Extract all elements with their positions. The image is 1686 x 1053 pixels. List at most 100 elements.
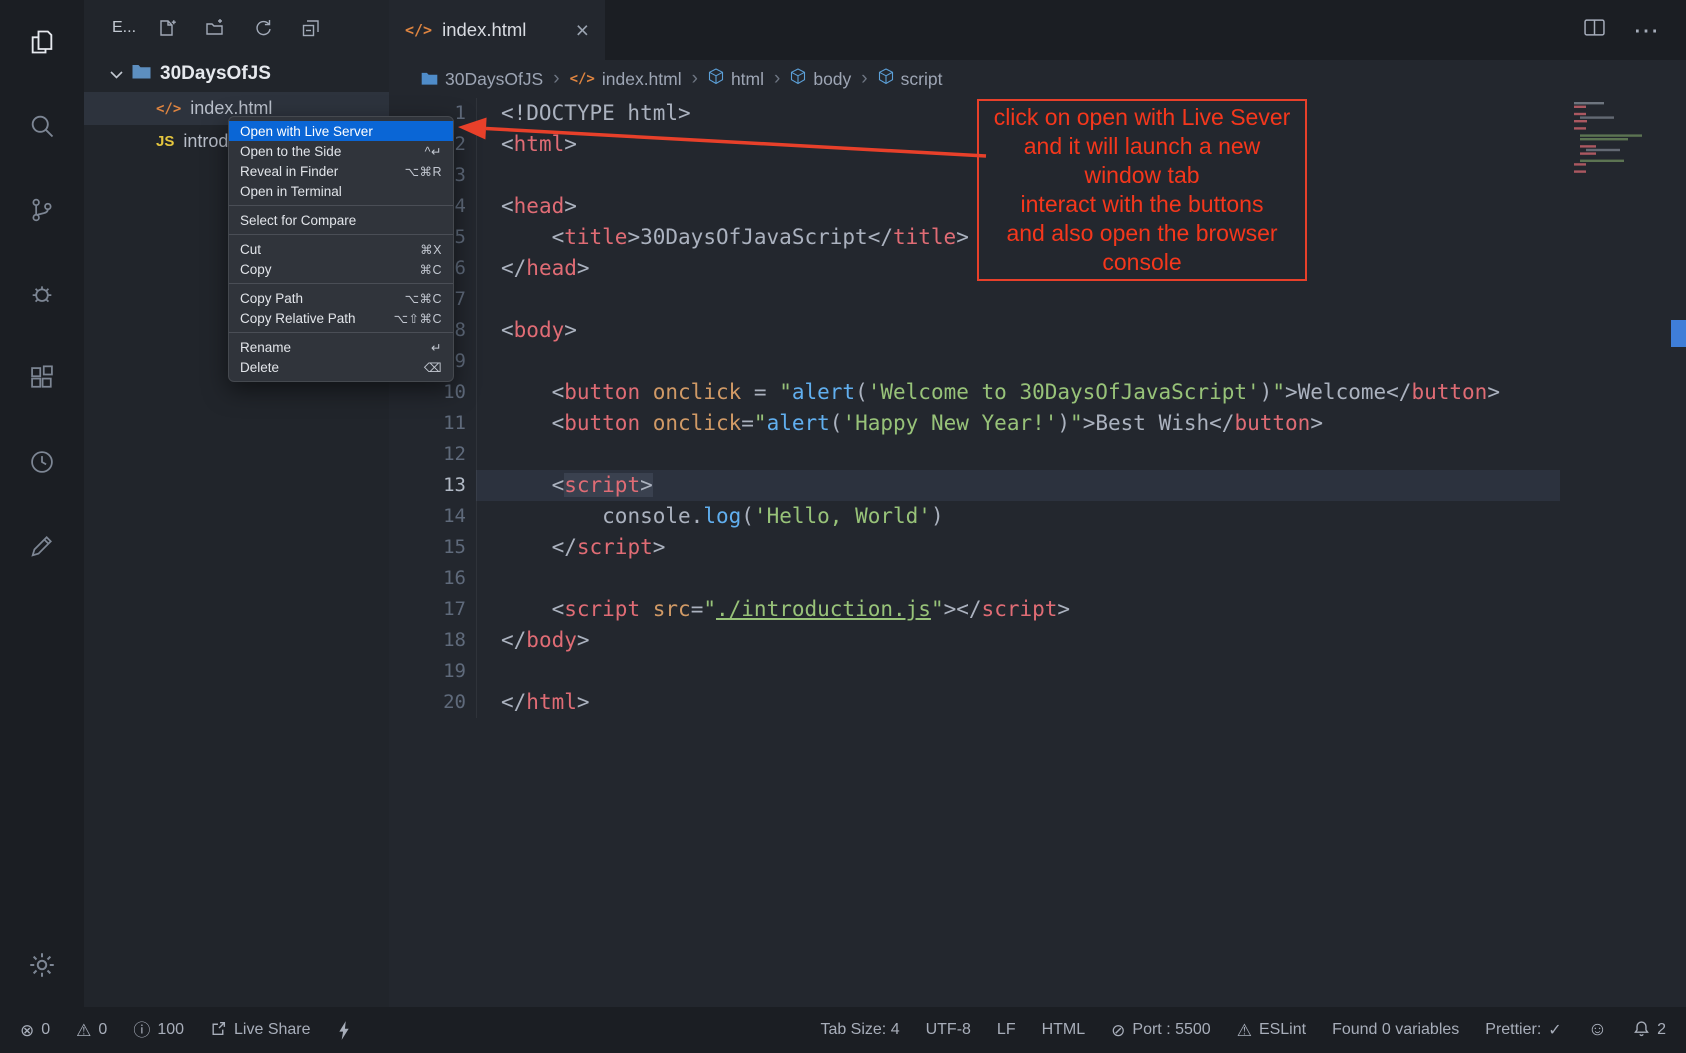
code-line-5[interactable]: 5 <title>30DaysOfJavaScript</title> (389, 222, 1560, 253)
minimap[interactable] (1572, 102, 1664, 192)
line-number[interactable]: 18 (389, 625, 466, 656)
variables-status[interactable]: Found 0 variables (1332, 1021, 1459, 1039)
menu-item-delete[interactable]: Delete⌫ (229, 357, 453, 377)
menu-item-reveal-in-finder[interactable]: Reveal in Finder⌥⌘R (229, 161, 453, 181)
line-number[interactable]: 16 (389, 563, 466, 594)
pen-icon[interactable] (0, 504, 84, 588)
feedback-smiley-icon[interactable]: ☺ (1588, 1019, 1607, 1041)
line-content[interactable]: </html> (476, 687, 1560, 718)
code-line-9[interactable]: 9 (389, 346, 1560, 377)
line-content[interactable]: <button onclick="alert('Happy New Year!'… (476, 408, 1560, 439)
run-debug-icon[interactable] (0, 252, 84, 336)
code-line-6[interactable]: 6</head> (389, 253, 1560, 284)
code-line-20[interactable]: 20 </html> (389, 687, 1560, 718)
menu-item-label: Open to the Side (240, 144, 341, 159)
code-line-3[interactable]: 3 (389, 160, 1560, 191)
breadcrumb-item-body[interactable]: body (790, 68, 851, 90)
line-content[interactable]: console.log('Hello, World') (476, 501, 1560, 532)
menu-item-open-with-live-server[interactable]: Open with Live Server (229, 121, 453, 141)
new-folder-icon[interactable] (204, 17, 226, 39)
problems-warnings[interactable]: ⚠ 0 (76, 1021, 107, 1039)
settings-gear-icon[interactable] (0, 923, 84, 1007)
line-content[interactable]: </script> (476, 532, 1560, 563)
code-line-8[interactable]: 8<body> (389, 315, 1560, 346)
menu-item-select-for-compare[interactable]: Select for Compare (229, 210, 453, 230)
tab-size-indicator[interactable]: Tab Size: 4 (820, 1021, 899, 1039)
code-line-10[interactable]: 10 <button onclick = "alert('Welcome to … (389, 377, 1560, 408)
line-content[interactable] (476, 439, 1560, 470)
menu-item-copy[interactable]: Copy⌘C (229, 259, 453, 279)
line-number[interactable]: 14 (389, 501, 466, 532)
line-content[interactable] (476, 563, 1560, 594)
line-number[interactable]: 12 (389, 439, 466, 470)
collapse-folders-icon[interactable] (300, 17, 322, 39)
lightning-bolt-icon[interactable] (337, 1021, 351, 1040)
prettier-status[interactable]: Prettier: ✓ (1485, 1020, 1561, 1040)
eol-indicator[interactable]: LF (997, 1021, 1016, 1039)
code-line-16[interactable]: 16 (389, 563, 1560, 594)
encoding-label: UTF-8 (926, 1021, 971, 1039)
notifications-bell[interactable]: 2 (1633, 1020, 1666, 1041)
code-line-4[interactable]: 4<head> (389, 191, 1560, 222)
search-icon[interactable] (0, 84, 84, 168)
line-content[interactable] (476, 656, 1560, 687)
close-icon[interactable]: × (576, 19, 589, 42)
line-content[interactable] (476, 284, 1560, 315)
live-server-port[interactable]: ⊘ Port : 5500 (1111, 1021, 1211, 1039)
line-number[interactable]: 17 (389, 594, 466, 625)
menu-item-cut[interactable]: Cut⌘X (229, 239, 453, 259)
breadcrumb-item-script[interactable]: script (878, 68, 943, 90)
problems-errors[interactable]: ⊗ 0 (20, 1021, 50, 1039)
problems-info[interactable]: ⓘ 100 (133, 1021, 184, 1039)
encoding-indicator[interactable]: UTF-8 (926, 1021, 971, 1039)
history-clock-icon[interactable] (0, 420, 84, 504)
menu-item-copy-path[interactable]: Copy Path⌥⌘C (229, 288, 453, 308)
scrollbar-decoration[interactable] (1671, 320, 1686, 347)
source-control-icon[interactable] (0, 168, 84, 252)
menu-item-rename[interactable]: Rename↵ (229, 337, 453, 357)
split-editor-icon[interactable] (1584, 19, 1605, 41)
line-content[interactable]: <script src="./introduction.js"></script… (476, 594, 1560, 625)
code-token: body (514, 318, 565, 342)
eslint-status[interactable]: ⚠ ESLint (1237, 1021, 1306, 1039)
code-line-17[interactable]: 17 <script src="./introduction.js"></scr… (389, 594, 1560, 625)
line-number[interactable]: 20 (389, 687, 466, 718)
line-content[interactable] (476, 346, 1560, 377)
code-line-15[interactable]: 15 </script> (389, 532, 1560, 563)
line-content[interactable]: <body> (476, 315, 1560, 346)
line-content[interactable]: </body> (476, 625, 1560, 656)
code-line-12[interactable]: 12 (389, 439, 1560, 470)
line-number[interactable]: 15 (389, 532, 466, 563)
explorer-icon[interactable] (0, 0, 84, 84)
menu-item-open-to-the-side[interactable]: Open to the Side^↵ (229, 141, 453, 161)
code-line-7[interactable]: 7 (389, 284, 1560, 315)
chevron-down-icon[interactable] (110, 63, 123, 85)
line-number[interactable]: 13 (389, 470, 466, 501)
code-line-13[interactable]: 13 <script> (389, 470, 1560, 501)
live-share-button[interactable]: Live Share (210, 1020, 311, 1040)
line-number[interactable]: 11 (389, 408, 466, 439)
breadcrumb-item-html[interactable]: html (708, 68, 764, 90)
code-token: Welcome (1298, 380, 1387, 404)
code-line-19[interactable]: 19 (389, 656, 1560, 687)
breadcrumb-label: index.html (602, 69, 682, 90)
line-content[interactable]: <script> (476, 470, 1560, 501)
breadcrumb-item-project[interactable]: 30DaysOfJS (421, 69, 543, 90)
menu-item-copy-relative-path[interactable]: Copy Relative Path⌥⇧⌘C (229, 308, 453, 328)
language-mode-indicator[interactable]: HTML (1042, 1021, 1086, 1039)
code-line-14[interactable]: 14 console.log('Hello, World') (389, 501, 1560, 532)
tab-index-html[interactable]: </> index.html × (389, 0, 605, 60)
code-line-1[interactable]: 1<!DOCTYPE html> (389, 98, 1560, 129)
breadcrumb-item-file[interactable]: </> index.html (570, 69, 682, 90)
refresh-icon[interactable] (252, 17, 274, 39)
line-content[interactable]: <button onclick = "alert('Welcome to 30D… (476, 377, 1560, 408)
more-actions-icon[interactable]: ⋯ (1633, 15, 1660, 46)
project-root-row[interactable]: 30DaysOfJS (84, 56, 389, 92)
menu-item-open-in-terminal[interactable]: Open in Terminal (229, 181, 453, 201)
code-line-11[interactable]: 11 <button onclick="alert('Happy New Yea… (389, 408, 1560, 439)
code-line-18[interactable]: 18 </body> (389, 625, 1560, 656)
code-line-2[interactable]: 2<html> (389, 129, 1560, 160)
new-file-icon[interactable] (156, 17, 178, 39)
extensions-icon[interactable] (0, 336, 84, 420)
line-number[interactable]: 19 (389, 656, 466, 687)
